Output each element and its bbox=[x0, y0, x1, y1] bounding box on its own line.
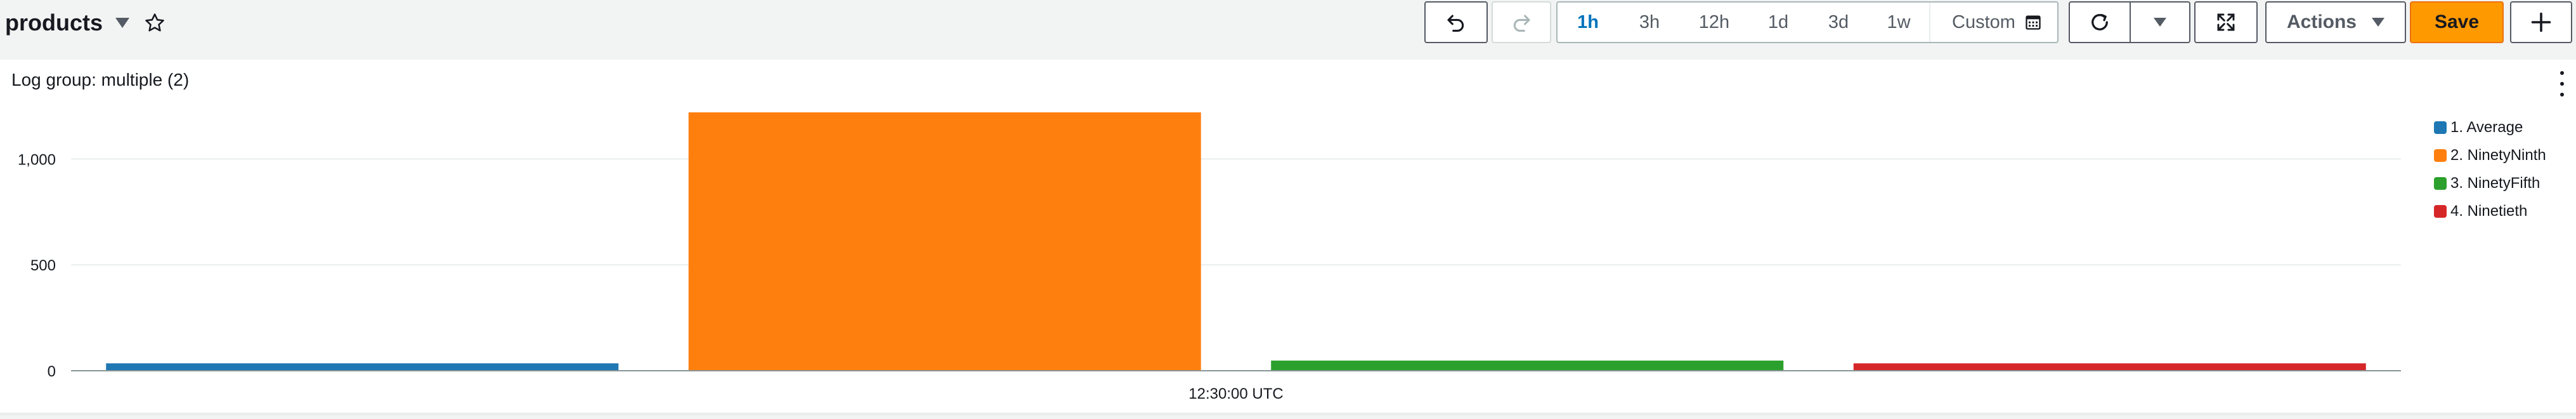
time-range-12h[interactable]: 12h bbox=[1681, 3, 1748, 42]
legend-swatch bbox=[2434, 177, 2447, 190]
undo-icon bbox=[1447, 15, 1464, 32]
time-range-3h[interactable]: 3h bbox=[1618, 3, 1681, 42]
calendar-icon bbox=[2026, 15, 2041, 30]
favorite-star-icon[interactable] bbox=[142, 10, 167, 36]
save-button[interactable]: Save bbox=[2410, 1, 2504, 43]
legend-item[interactable]: 2. NinetyNinth bbox=[2434, 142, 2546, 170]
widget-menu-kebab-icon[interactable] bbox=[2554, 71, 2570, 96]
y-tick-label: 500 bbox=[30, 257, 56, 274]
legend-swatch bbox=[2434, 121, 2447, 134]
legend-item[interactable]: 1. Average bbox=[2434, 114, 2546, 142]
caret-down-icon bbox=[2154, 18, 2166, 27]
time-range-1d[interactable]: 1d bbox=[1748, 3, 1809, 42]
legend-item[interactable]: 3. NinetyFifth bbox=[2434, 170, 2546, 197]
dashboard-header: products 1h 3h 12h 1d 3d 1w Custom Actio… bbox=[0, 0, 2576, 58]
legend-item[interactable]: 4. Ninetieth bbox=[2434, 197, 2546, 225]
y-tick-label: 1,000 bbox=[18, 151, 56, 168]
bar-ninetieth bbox=[1853, 363, 2366, 371]
bar-ninetyninth bbox=[688, 112, 1201, 371]
fullscreen-button[interactable] bbox=[2194, 1, 2258, 43]
time-range-1h[interactable]: 1h bbox=[1558, 3, 1618, 42]
actions-label: Actions bbox=[2286, 11, 2357, 32]
time-range-1w[interactable]: 1w bbox=[1868, 3, 1929, 42]
custom-range-button[interactable]: Custom bbox=[1929, 3, 2057, 42]
actions-dropdown-button[interactable]: Actions bbox=[2265, 1, 2406, 43]
dashboard-title: products bbox=[5, 10, 103, 36]
refresh-interval-dropdown[interactable] bbox=[2130, 1, 2190, 43]
legend-label: 4. Ninetieth bbox=[2450, 203, 2528, 220]
dashboard-switcher-caret-icon[interactable] bbox=[115, 18, 130, 28]
plus-icon bbox=[2531, 12, 2551, 32]
redo-icon bbox=[1513, 15, 1530, 32]
legend-label: 3. NinetyFifth bbox=[2450, 175, 2540, 192]
legend-swatch bbox=[2434, 149, 2447, 162]
custom-range-label: Custom bbox=[1952, 11, 2015, 32]
metric-widget: Log group: multiple (2) 0 500 1,000 12:30:0… bbox=[0, 60, 2576, 415]
actions-caret-icon bbox=[2372, 18, 2384, 27]
time-range-selector: 1h 3h 12h 1d 3d 1w Custom bbox=[1556, 1, 2059, 43]
refresh-icon bbox=[2091, 14, 2108, 30]
chart-legend: 1. Average 2. NinetyNinth 3. NinetyFifth 4.… bbox=[2434, 114, 2546, 225]
x-tick-label: 12:30:00 UTC bbox=[1188, 385, 1283, 402]
undo-button[interactable] bbox=[1424, 1, 1488, 43]
legend-label: 1. Average bbox=[2450, 119, 2523, 136]
redo-button[interactable] bbox=[1492, 1, 1551, 43]
legend-swatch bbox=[2434, 205, 2447, 218]
time-range-3d[interactable]: 3d bbox=[1809, 3, 1868, 42]
bar-chart: 0 500 1,000 12:30:00 UTC bbox=[18, 112, 2401, 402]
y-tick-label: 0 bbox=[48, 363, 56, 380]
refresh-button[interactable] bbox=[2069, 1, 2131, 43]
legend-label: 2. NinetyNinth bbox=[2450, 147, 2546, 164]
fullscreen-icon bbox=[2217, 13, 2235, 31]
add-widget-button[interactable] bbox=[2510, 1, 2572, 43]
title-group: products bbox=[5, 8, 167, 38]
bar-ninetyfifth bbox=[1271, 360, 1784, 371]
bar-average bbox=[106, 363, 619, 371]
